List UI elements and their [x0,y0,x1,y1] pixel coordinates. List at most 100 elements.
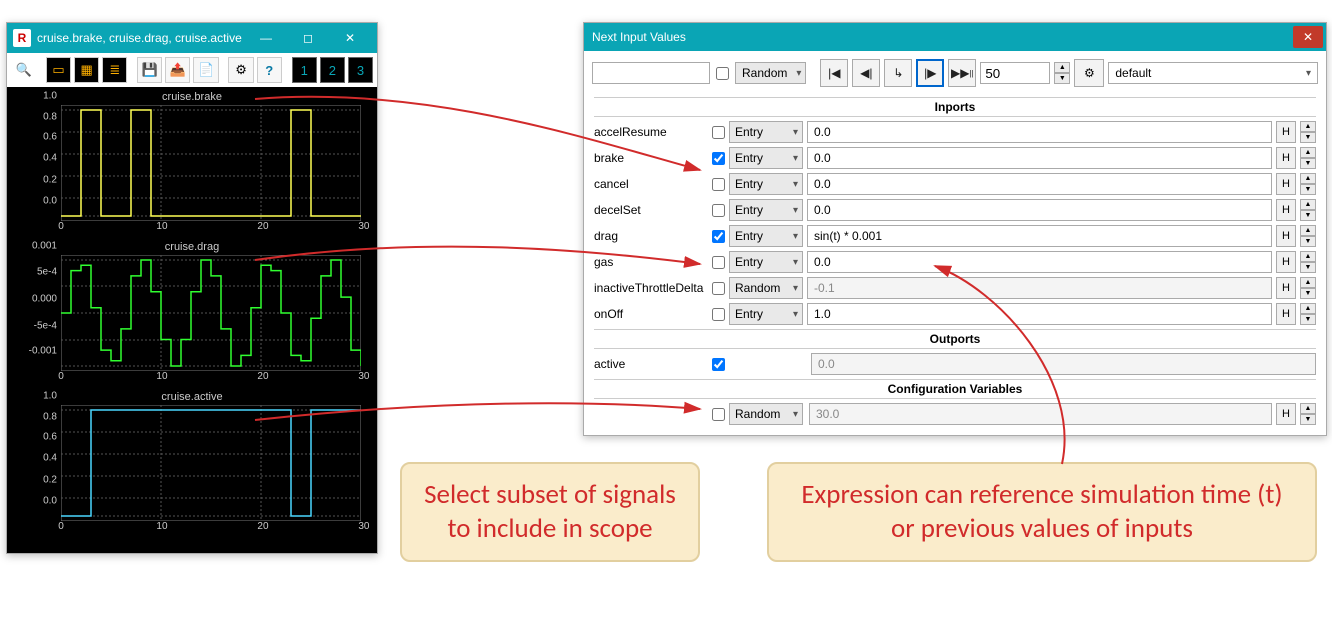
scope-include-checkbox[interactable] [712,126,725,139]
close-button[interactable]: ✕ [1293,26,1323,48]
value-down-button[interactable]: ▼ [1300,414,1316,425]
mode-select[interactable]: Random [729,403,803,425]
value-field[interactable] [807,173,1272,195]
scope-plots: cruise.brake 1.0 0.8 0.6 0.4 0.2 0.0 [7,87,377,553]
inport-row: decelSet Entry H ▲ ▼ [584,197,1326,223]
value-up-button[interactable]: ▲ [1300,303,1316,314]
run-pause-icon[interactable]: ▶▶|| [948,59,976,87]
history-button[interactable]: H [1276,199,1296,221]
inport-row: inactiveThrottleDelta Random H ▲ ▼ [584,275,1326,301]
help-icon[interactable]: ? [257,57,282,83]
scope-titlebar[interactable]: R cruise.brake, cruise.drag, cruise.acti… [7,23,377,53]
step-into-icon[interactable]: ↳ [884,59,912,87]
value-up-button[interactable]: ▲ [1300,121,1316,132]
value-down-button[interactable]: ▼ [1300,236,1316,247]
gear-icon[interactable]: ⚙ [1074,59,1104,87]
history-button[interactable]: H [1276,173,1296,195]
mode-select[interactable]: Entry [729,225,803,247]
y-tick: 0.6 [17,432,57,443]
value-up-button[interactable]: ▲ [1300,225,1316,236]
toolbar-mode-select[interactable]: Random [735,62,806,84]
scope-include-checkbox[interactable] [712,230,725,243]
scope-include-checkbox[interactable] [712,408,725,421]
step-up-button[interactable]: ▲ [1054,62,1070,73]
history-button[interactable]: H [1276,225,1296,247]
scope-include-checkbox[interactable] [712,308,725,321]
value-field[interactable] [807,121,1272,143]
save-icon[interactable]: 💾 [137,57,162,83]
value-up-button[interactable]: ▲ [1300,277,1316,288]
value-field [807,277,1272,299]
history-button[interactable]: H [1276,251,1296,273]
mode-select[interactable]: Random [729,277,803,299]
scope-include-checkbox[interactable] [712,152,725,165]
port-label: decelSet [594,203,706,217]
layout2-button[interactable]: ▦ [74,57,99,83]
magnifier-icon[interactable]: 🔍 [11,57,36,83]
copy-icon[interactable]: 📄 [193,57,218,83]
organization-select[interactable]: default [1108,62,1318,84]
preset-1-button[interactable]: 1 [292,57,317,83]
layout3-button[interactable]: ≣ [102,57,127,83]
step-count-field[interactable] [980,62,1050,84]
search-input[interactable] [592,62,710,84]
y-tick: -5e-4 [17,320,57,331]
close-button[interactable]: ✕ [329,23,371,53]
niv-titlebar[interactable]: Next Input Values ✕ [584,23,1326,51]
value-field [809,403,1272,425]
value-down-button[interactable]: ▼ [1300,314,1316,325]
preset-2-button[interactable]: 2 [320,57,345,83]
history-button[interactable]: H [1276,403,1296,425]
mode-select[interactable]: Entry [729,121,803,143]
value-down-button[interactable]: ▼ [1300,132,1316,143]
layout1-button[interactable]: ▭ [46,57,71,83]
value-field[interactable] [807,303,1272,325]
mode-select[interactable]: Entry [729,251,803,273]
value-field[interactable] [807,199,1272,221]
scope-include-checkbox[interactable] [712,256,725,269]
value-down-button[interactable]: ▼ [1300,184,1316,195]
history-button[interactable]: H [1276,277,1296,299]
mode-select[interactable]: Entry [729,303,803,325]
value-up-button[interactable]: ▲ [1300,199,1316,210]
value-field [811,353,1316,375]
minimize-button[interactable]: — [245,23,287,53]
mode-select[interactable]: Entry [729,173,803,195]
port-label: gas [594,255,706,269]
value-field[interactable] [807,147,1272,169]
step-down-button[interactable]: ▼ [1054,73,1070,84]
scope-include-checkbox[interactable] [712,178,725,191]
value-up-button[interactable]: ▲ [1300,403,1316,414]
mode-select[interactable]: Entry [729,199,803,221]
scope-include-checkbox[interactable] [712,282,725,295]
value-field[interactable] [807,225,1272,247]
port-label: onOff [594,307,706,321]
scope-include-checkbox[interactable] [712,204,725,217]
history-button[interactable]: H [1276,147,1296,169]
x-tick: 0 [58,221,64,232]
mode-select[interactable]: Entry [729,147,803,169]
value-down-button[interactable]: ▼ [1300,262,1316,273]
scope-include-checkbox[interactable] [712,358,725,371]
skip-start-icon[interactable]: |◀ [820,59,848,87]
value-down-button[interactable]: ▼ [1300,288,1316,299]
value-up-button[interactable]: ▲ [1300,147,1316,158]
gear-icon[interactable]: ⚙ [228,57,253,83]
x-tick: 20 [257,521,268,532]
history-button[interactable]: H [1276,121,1296,143]
maximize-button[interactable]: ◻ [287,23,329,53]
history-button[interactable]: H [1276,303,1296,325]
value-field[interactable] [807,251,1272,273]
toolbar-checkbox[interactable] [716,67,729,80]
play-icon[interactable]: |▶ [916,59,944,87]
value-up-button[interactable]: ▲ [1300,173,1316,184]
plot-title: cruise.active [17,391,367,403]
step-back-icon[interactable]: ◀| [852,59,880,87]
value-up-button[interactable]: ▲ [1300,251,1316,262]
export-icon[interactable]: 📤 [165,57,190,83]
value-down-button[interactable]: ▼ [1300,210,1316,221]
value-down-button[interactable]: ▼ [1300,158,1316,169]
y-tick: 0.4 [17,453,57,464]
preset-3-button[interactable]: 3 [348,57,373,83]
port-label: inactiveThrottleDelta [594,281,706,295]
